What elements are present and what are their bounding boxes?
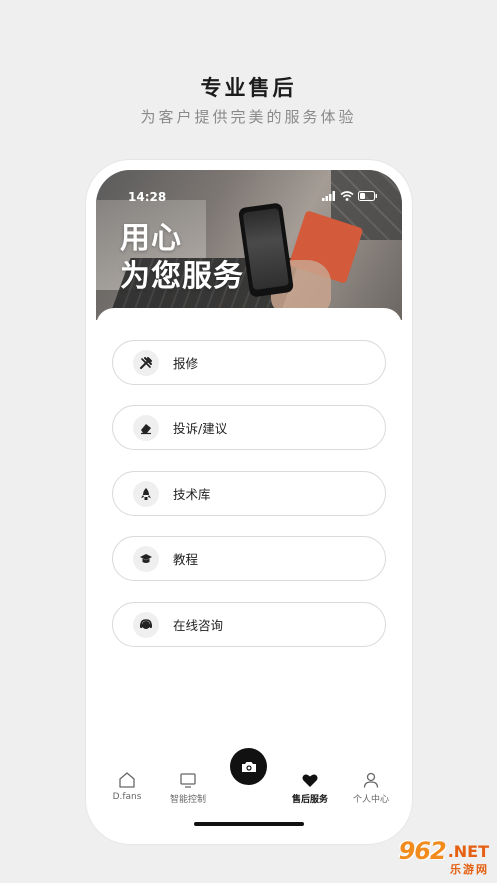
- watermark-number: 962: [398, 837, 447, 865]
- menu-item-label: 报修: [173, 356, 199, 371]
- person-icon: [363, 772, 379, 788]
- menu-item-online-consult[interactable]: 在线咨询: [112, 602, 386, 647]
- menu-item-tutorial[interactable]: 教程: [112, 536, 386, 581]
- status-time: 14:28: [128, 190, 167, 204]
- graduation-cap-icon: [133, 545, 159, 572]
- rocket-icon: [133, 480, 159, 507]
- tools-icon: [133, 349, 159, 376]
- watermark-sub: 乐游网: [450, 863, 489, 876]
- monitor-icon: [180, 773, 196, 788]
- watermark-logo: 962 .NET 乐游网: [359, 837, 489, 876]
- heart-icon: [302, 774, 318, 787]
- signal-icon: [322, 191, 335, 201]
- battery-icon: [358, 191, 377, 201]
- home-indicator: [194, 822, 304, 826]
- promo-title: 专业售后: [200, 76, 297, 100]
- phone-frame: 14:28 用心 为您服务 报修 投诉/建议 技术库 教程 在线咨询 D.fan…: [86, 160, 412, 844]
- tab-after-sales[interactable]: 售后服务: [280, 770, 340, 805]
- home-icon: [119, 772, 135, 788]
- hero-title: 用心 为您服务: [120, 220, 244, 296]
- menu-item-label: 教程: [173, 552, 199, 567]
- status-icons: [322, 191, 378, 201]
- tab-dfans[interactable]: D.fans: [97, 770, 157, 802]
- menu-item-label: 投诉/建议: [173, 421, 228, 436]
- tab-label: D.fans: [112, 792, 142, 802]
- wifi-icon: [340, 191, 354, 201]
- tab-label: 个人中心: [352, 795, 389, 805]
- watermark-suffix: .NET: [447, 841, 489, 861]
- menu-item-repair[interactable]: 报修: [112, 340, 386, 385]
- camera-icon: [241, 761, 256, 772]
- tab-label: 售后服务: [291, 795, 328, 805]
- hero-title-line1: 用心: [120, 221, 182, 256]
- menu-item-complaint[interactable]: 投诉/建议: [112, 405, 386, 450]
- tab-smart-control[interactable]: 智能控制: [158, 770, 218, 805]
- headset-icon: [133, 611, 159, 638]
- service-menu-card: 报修 投诉/建议 技术库 教程 在线咨询: [96, 308, 402, 768]
- eraser-icon: [133, 414, 159, 441]
- tab-label: 智能控制: [169, 795, 206, 805]
- hero-title-line2: 为您服务: [120, 259, 244, 294]
- camera-button[interactable]: [230, 748, 267, 785]
- hero-banner: 14:28 用心 为您服务: [96, 170, 402, 320]
- menu-item-label: 在线咨询: [173, 618, 224, 633]
- menu-item-label: 技术库: [173, 487, 211, 502]
- promo-subtitle: 为客户提供完美的服务体验: [140, 108, 357, 126]
- tab-profile[interactable]: 个人中心: [341, 770, 401, 805]
- menu-item-tech-library[interactable]: 技术库: [112, 471, 386, 516]
